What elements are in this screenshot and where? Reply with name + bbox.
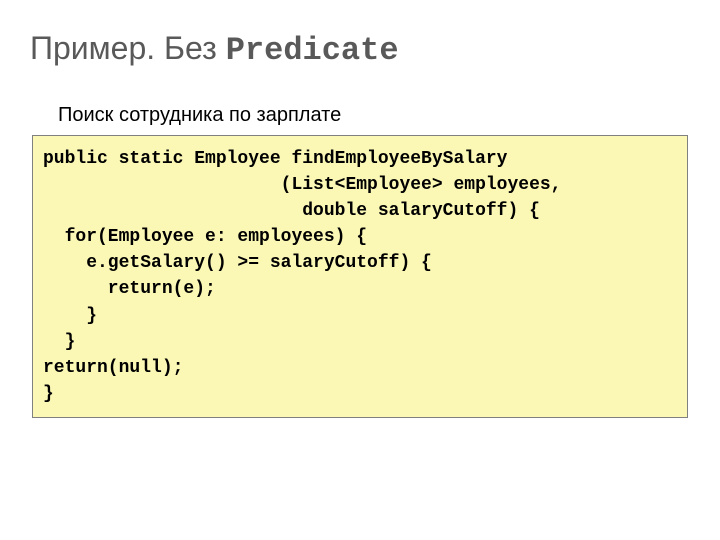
- code-block: public static Employee findEmployeeBySal…: [32, 135, 688, 418]
- title-prefix: Пример. Без: [30, 30, 226, 66]
- slide-subtitle: Поиск сотрудника по зарплате: [58, 104, 690, 127]
- slide-title: Пример. Без Predicate: [30, 30, 690, 69]
- title-mono: Predicate: [226, 32, 399, 69]
